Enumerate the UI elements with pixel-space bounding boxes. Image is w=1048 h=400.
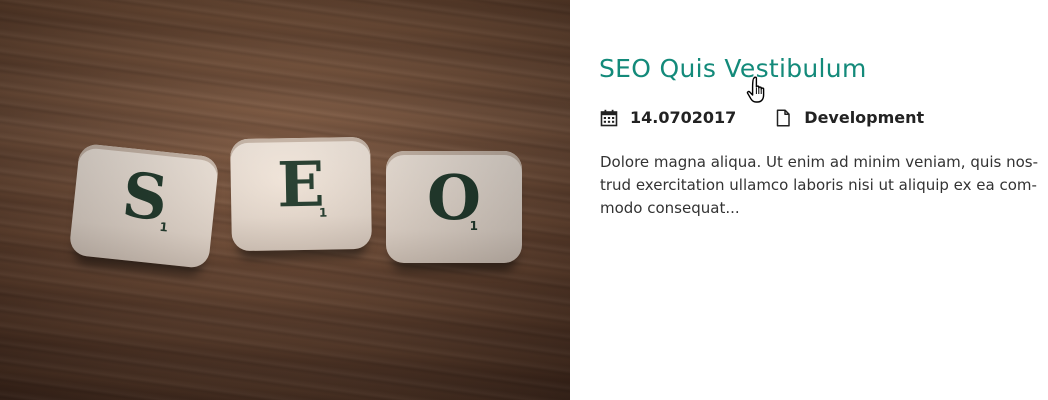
tile-points: 1 xyxy=(318,205,328,220)
post-category[interactable]: Development xyxy=(774,108,924,127)
scrabble-tile-e: E 1 xyxy=(230,136,372,252)
post-content: SEO Quis Vestibulum 14.0702017 Developme… xyxy=(570,0,1048,400)
post-category-text: Development xyxy=(804,108,925,127)
scrabble-tile-o: O 1 xyxy=(386,151,522,263)
post-image[interactable]: S 1 E 1 O 1 xyxy=(0,0,570,400)
tile-letter: E xyxy=(276,147,326,222)
post-meta: 14.0702017 Development xyxy=(600,108,924,127)
excerpt-line: modo consequat... xyxy=(600,199,740,217)
calendar-icon xyxy=(600,109,618,126)
post-date: 14.0702017 xyxy=(600,108,736,127)
blog-post-card: S 1 E 1 O 1 SEO Quis Vestibulum 14.07020… xyxy=(0,0,1048,400)
scrabble-tile-s: S 1 xyxy=(68,142,220,270)
post-date-text: 14.0702017 xyxy=(630,108,737,127)
tile-points: 1 xyxy=(469,219,478,233)
post-excerpt: Dolore magna aliqua. Ut enim ad minim ve… xyxy=(600,151,1048,220)
excerpt-line: trud exercitation ullamco laboris nisi u… xyxy=(600,176,1037,194)
post-title-link[interactable]: SEO Quis Vestibulum xyxy=(599,54,867,83)
tile-points: 1 xyxy=(158,219,169,235)
tile-letter: O xyxy=(426,161,481,234)
document-icon xyxy=(777,108,791,127)
excerpt-line: Dolore magna aliqua. Ut enim ad minim ve… xyxy=(600,153,1039,171)
tile-letter: S xyxy=(118,157,172,236)
